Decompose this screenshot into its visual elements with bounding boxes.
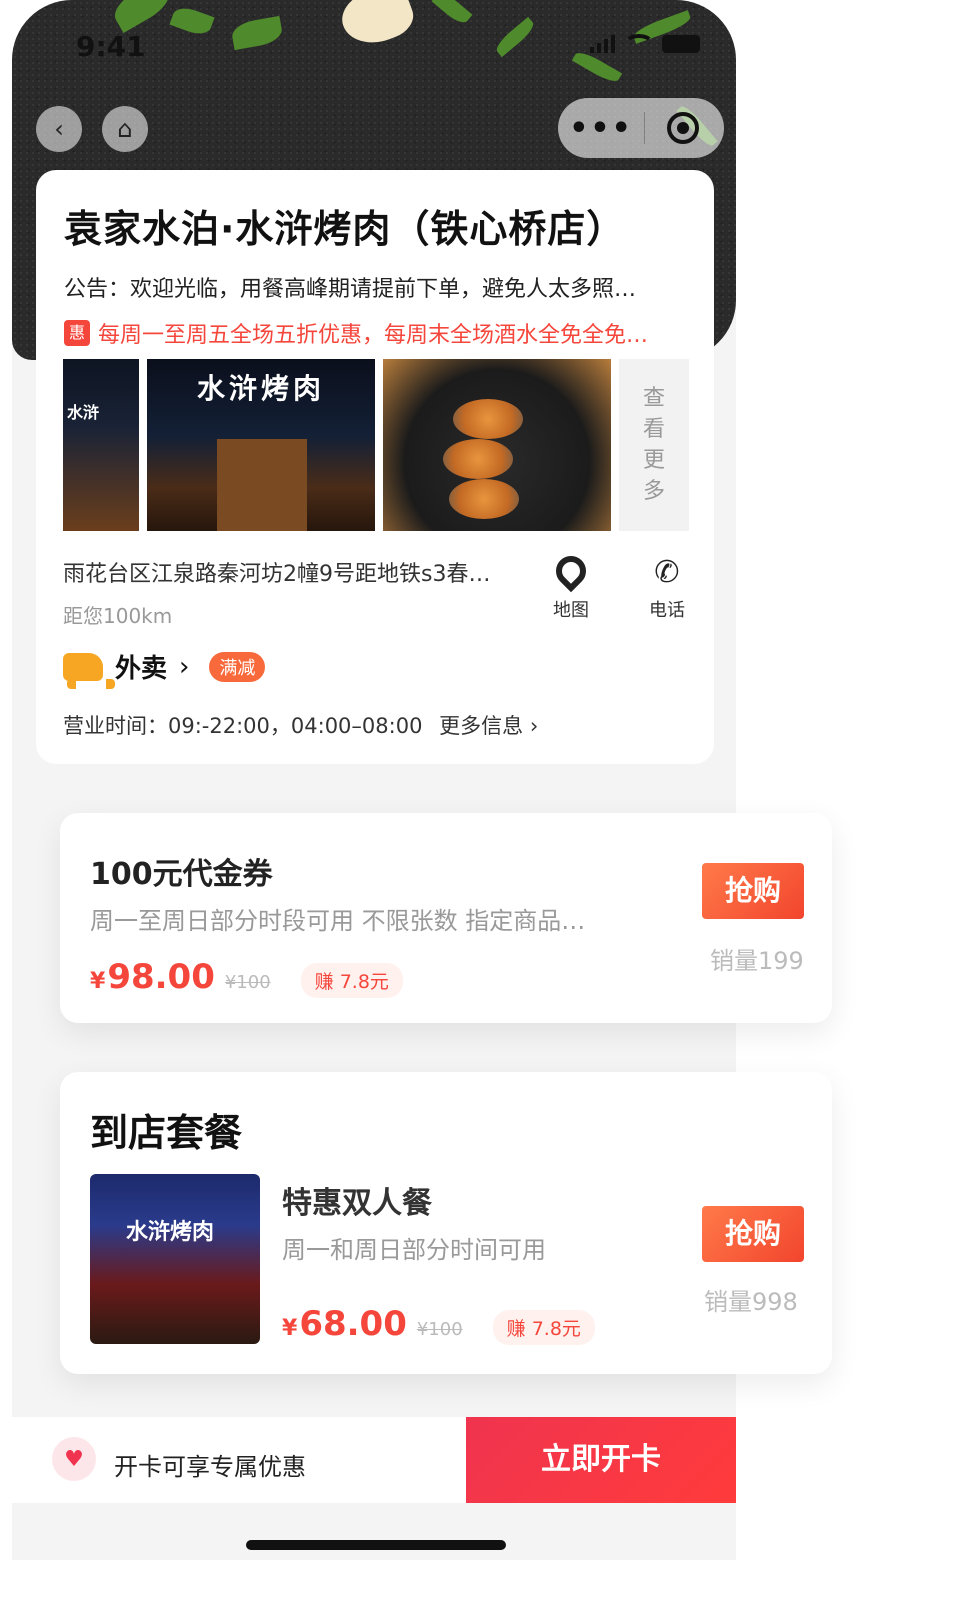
location-pin-icon xyxy=(541,549,601,593)
chevron-right-icon: › xyxy=(529,714,539,738)
home-indicator[interactable] xyxy=(246,1540,506,1550)
signal-icon xyxy=(590,35,616,53)
hours-text: 营业时间：09:-22:00，04:00–08:00 xyxy=(63,714,423,738)
takeout-link[interactable]: 外卖 › 满减 xyxy=(63,648,266,689)
member-card-label: 开卡可享专属优惠 xyxy=(114,1453,306,1481)
voucher-desc: 周一至周日部分时段可用 不限张数 指定商品… xyxy=(90,907,586,935)
thumb-sign: 水浒烤肉 xyxy=(126,1219,215,1245)
phone-button[interactable]: ✆ 电话 xyxy=(637,556,697,622)
voucher-buy-button[interactable]: 抢购 xyxy=(702,863,804,919)
storefront-door xyxy=(217,439,307,531)
home-button[interactable]: ⌂ xyxy=(102,106,148,152)
heart-icon: ♥ xyxy=(52,1437,96,1481)
open-card-button[interactable]: 立即开卡 xyxy=(466,1417,736,1503)
mini-program-capsule: ••• xyxy=(558,98,724,158)
package-price-row: ¥68.00 ¥100 赚 7.8元 xyxy=(282,1304,595,1345)
status-icons xyxy=(590,34,700,54)
store-photo[interactable] xyxy=(383,359,611,531)
photo-sign: 水浒烤肉 xyxy=(197,372,326,405)
address-row: 雨花台区江泉路秦河坊2幢9号距地铁s3春… 距您100km 地图 ✆ 电话 xyxy=(63,549,687,636)
package-section-title: 到店套餐 xyxy=(90,1111,243,1155)
store-promo[interactable]: 惠 每周一至周五全场五折优惠，每周末全场酒水全免全免… xyxy=(64,317,686,349)
photo-sign: 水浒 xyxy=(67,403,100,422)
package-sales: 销量998 xyxy=(704,1288,798,1316)
store-address[interactable]: 雨花台区江泉路秦河坊2幢9号距地铁s3春… xyxy=(63,556,517,588)
oyster-shape xyxy=(443,439,513,479)
voucher-original-price: ¥100 xyxy=(224,972,271,993)
store-photo[interactable]: 水浒 xyxy=(63,359,139,531)
phone-label: 电话 xyxy=(649,600,685,621)
scooter-icon xyxy=(63,652,115,689)
package-card: 到店套餐 水浒烤肉 特惠双人餐 周一和周日部分时间可用 ¥68.00 ¥100 … xyxy=(60,1072,832,1374)
package-price: ¥68.00 xyxy=(282,1304,407,1344)
see-more-photos[interactable]: 查 看 更 多 xyxy=(619,359,689,531)
close-target-icon[interactable] xyxy=(667,112,699,144)
chevron-right-icon: › xyxy=(179,651,190,682)
promo-badge: 惠 xyxy=(64,320,90,346)
see-more-char: 查 xyxy=(642,386,665,411)
see-more-char: 多 xyxy=(642,479,665,504)
home-icon: ⌂ xyxy=(117,115,133,143)
package-original-price: ¥100 xyxy=(416,1319,463,1340)
package-thumbnail[interactable]: 水浒烤肉 xyxy=(90,1174,260,1344)
voucher-price-row: ¥98.00 ¥100 赚 7.8元 xyxy=(90,957,403,998)
battery-icon xyxy=(662,35,700,53)
store-card: 袁家水泊·水浒烤肉（铁心桥店） 公告：欢迎光临，用餐高峰期请提前下单，避免人太多… xyxy=(36,170,714,764)
back-button[interactable]: ‹ xyxy=(36,106,82,152)
see-more-char: 更 xyxy=(642,448,665,473)
takeout-label: 外卖 xyxy=(115,654,168,684)
package-desc: 周一和周日部分时间可用 xyxy=(282,1236,546,1264)
store-photo[interactable]: 水浒烤肉 xyxy=(147,359,375,531)
voucher-title: 100元代金券 xyxy=(90,857,273,892)
voucher-sales: 销量199 xyxy=(710,947,804,975)
oyster-shape xyxy=(449,479,519,519)
store-photos: 水浒 水浒烤肉 查 看 更 多 xyxy=(63,359,689,531)
store-title: 袁家水泊·水浒烤肉（铁心桥店） xyxy=(64,207,626,251)
promo-text: 每周一至周五全场五折优惠，每周末全场酒水全免全免… xyxy=(98,323,649,348)
voucher-card[interactable]: 100元代金券 周一至周日部分时段可用 不限张数 指定商品… ¥98.00 ¥1… xyxy=(60,813,832,1023)
map-button[interactable]: 地图 xyxy=(541,549,601,622)
wifi-icon xyxy=(624,34,654,54)
store-notice[interactable]: 公告：欢迎光临，用餐高峰期请提前下单，避免人太多照… xyxy=(64,271,686,303)
see-more-char: 看 xyxy=(642,417,665,442)
capsule-divider xyxy=(644,112,645,144)
oyster-shape xyxy=(453,399,523,439)
package-name[interactable]: 特惠双人餐 xyxy=(282,1178,432,1222)
phone-icon: ✆ xyxy=(654,555,680,590)
more-button[interactable]: ••• xyxy=(558,111,644,146)
back-icon: ‹ xyxy=(54,115,64,143)
package-earn-badge: 赚 7.8元 xyxy=(492,1310,595,1345)
business-hours[interactable]: 营业时间：09:-22:00，04:00–08:00 更多信息 › xyxy=(63,710,538,740)
status-time: 9:41 xyxy=(76,30,146,63)
voucher-earn-badge: 赚 7.8元 xyxy=(300,963,403,998)
package-buy-button[interactable]: 抢购 xyxy=(702,1206,804,1262)
discount-badge: 满减 xyxy=(209,651,266,682)
map-label: 地图 xyxy=(553,600,589,621)
more-info-link[interactable]: 更多信息 xyxy=(439,714,523,738)
voucher-price: ¥98.00 xyxy=(90,957,215,997)
